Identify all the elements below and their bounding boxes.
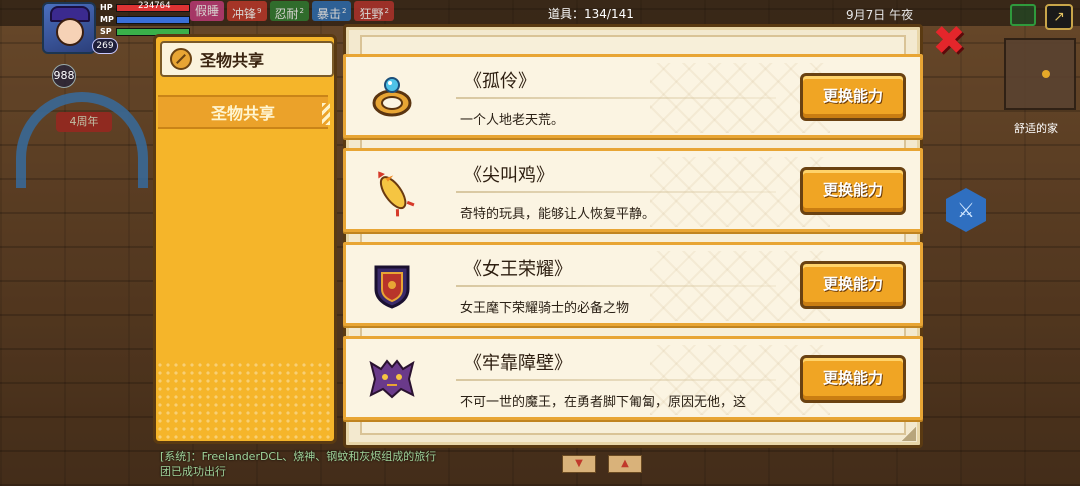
relic-name: 《牢靠障壁》 [464, 353, 572, 374]
relic-coin-icon [170, 48, 192, 70]
minimap[interactable] [1004, 38, 1076, 110]
divider [456, 379, 776, 381]
sidebar-title: 圣物共享 [200, 51, 265, 70]
relic-description: 一个人地老天荒。 [460, 113, 565, 128]
location-label: 舒适的家 [1014, 122, 1058, 135]
sidebar-header: 圣物共享 [160, 41, 334, 77]
tab-notch [322, 103, 330, 125]
skill-tag[interactable]: 狂野2 [354, 1, 394, 21]
relic-card: 《女王荣耀》 女王麾下荣耀骑士的必备之物 更换能力 [343, 242, 923, 326]
relic-name: 《尖叫鸡》 [464, 165, 554, 186]
player-avatar[interactable] [42, 2, 96, 54]
chat-line: [系统]：FreelanderDCL、烧神、钢蚊和灰烬组成的旅行 [160, 450, 437, 463]
relic-card: 《牢靠障壁》 不可一世的魔王，在勇者脚下匍匐，原因无他，这 更换能力 [343, 336, 923, 420]
relic-card: 《尖叫鸡》 奇特的玩具，能够让人恢复平静。 更换能力 [343, 148, 923, 232]
skill-tag[interactable]: 忍耐2 [269, 1, 309, 21]
relic-share-dialog: 圣物共享 圣物共享 《孤伶》 一个人地老天荒。 更换能力 《尖叫鸡》 奇特的玩具… [153, 21, 966, 448]
relic-name: 《孤伶》 [464, 71, 536, 92]
scroll-down-icon[interactable]: ▼ [562, 455, 596, 473]
screaming-chicken-icon [366, 165, 418, 217]
sp-label: SP [100, 27, 112, 36]
items-value: 134/141 [584, 7, 634, 21]
coin-count: 988 [52, 64, 76, 88]
hp-value: 234764 [138, 1, 171, 11]
ring-icon [366, 71, 418, 123]
relic-card: 《孤伶》 一个人地老天荒。 更换能力 [343, 54, 923, 138]
items-label: 道具： [548, 7, 585, 21]
network-icon[interactable] [1010, 4, 1036, 26]
close-icon[interactable]: ✖ [929, 21, 969, 62]
scroll-up-icon[interactable]: ▲ [608, 455, 642, 473]
mp-label: MP [100, 15, 114, 24]
mp-bar [117, 16, 189, 23]
level-badge: 269 [92, 38, 118, 54]
divider [456, 97, 776, 99]
relic-description: 女王麾下荣耀骑士的必备之物 [460, 301, 630, 316]
shield-icon [366, 259, 418, 311]
sidebar-pattern [156, 361, 334, 441]
change-ability-button[interactable]: 更换能力 [800, 167, 906, 215]
skill-tag[interactable]: 假睡 [190, 1, 225, 21]
skill-tag[interactable]: 冲锋9 [227, 1, 267, 21]
demon-armor-icon [366, 353, 418, 405]
status-icons: 988 [52, 64, 76, 88]
change-ability-button[interactable]: 更换能力 [800, 355, 906, 403]
skill-tags: 假睡 冲锋9 忍耐2 暴击2 狂野2 [190, 1, 394, 21]
tab-label: 圣物共享 [210, 104, 275, 123]
game-date: 9月7日 午夜 [846, 8, 914, 22]
divider [456, 191, 776, 193]
tab-relic-share[interactable]: 圣物共享 [158, 95, 330, 129]
relic-name: 《女王荣耀》 [464, 259, 572, 280]
relic-description: 奇特的玩具，能够让人恢复平静。 [460, 207, 656, 222]
hp-label: HP [100, 3, 113, 12]
items-counter: 道具：134/141 [548, 5, 634, 22]
resize-corner [902, 427, 916, 441]
player-marker-icon [1042, 70, 1050, 78]
chat-scroll: ▼ ▲ [562, 455, 642, 473]
chat-line: 团已成功出行 [160, 465, 226, 478]
relic-description: 不可一世的魔王，在勇者脚下匍匐，原因无他，这 [460, 395, 747, 410]
relic-sidebar: 圣物共享 圣物共享 [153, 34, 337, 444]
change-ability-button[interactable]: 更换能力 [800, 261, 906, 309]
change-ability-button[interactable]: 更换能力 [800, 73, 906, 121]
menu-icon[interactable]: ↗ [1045, 4, 1073, 30]
face-icon [56, 18, 84, 46]
divider [456, 285, 776, 287]
skill-tag[interactable]: 暴击2 [311, 1, 352, 21]
